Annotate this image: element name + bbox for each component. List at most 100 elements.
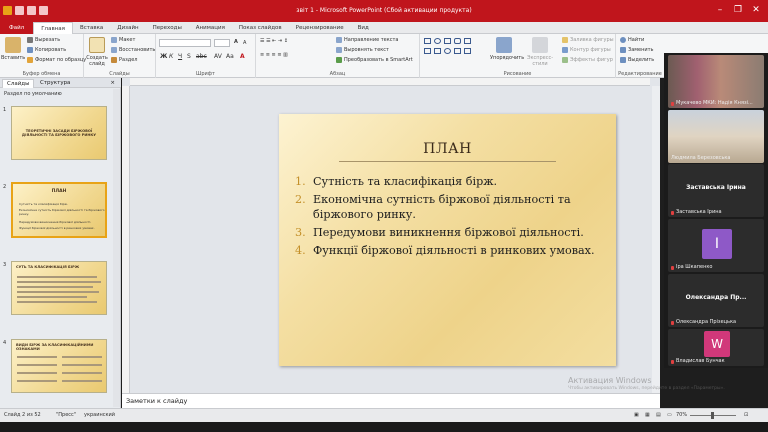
notes-pane[interactable]: Заметки к слайду	[122, 393, 660, 408]
section-label[interactable]: Раздел по умолчанию	[4, 91, 62, 97]
shadow-icon[interactable]: S	[187, 53, 191, 60]
participant-tile[interactable]: І Іра Шкапенко	[668, 219, 764, 272]
slide-bullet-list[interactable]: 1. Сутність та класифікація бірж. 2. Еконо…	[295, 174, 600, 261]
thumbnail-line: Передумови виникнення біржової діяльност…	[19, 220, 92, 224]
reset-button[interactable]: Восстановить	[111, 47, 155, 53]
cut-button[interactable]: Вырезать	[27, 37, 60, 43]
close-pane-icon[interactable]: ×	[106, 79, 119, 88]
tab-animation[interactable]: Анимация	[189, 22, 232, 34]
case-icon[interactable]: Aa	[226, 53, 234, 60]
replace-button[interactable]: Заменить	[620, 47, 654, 53]
shape-callout-icon[interactable]	[464, 48, 471, 54]
shape-circle-icon[interactable]	[444, 48, 451, 54]
tab-slides[interactable]: Слайды	[2, 79, 35, 88]
select-button[interactable]: Выделить	[620, 57, 654, 63]
format-painter-button[interactable]: Формат по образцу	[27, 57, 86, 63]
shape-triangle-icon[interactable]	[424, 48, 431, 54]
shape-rect-icon[interactable]	[424, 38, 431, 44]
shape-brace-icon[interactable]	[454, 48, 461, 54]
align-icon[interactable]: ≡ ≡ ≡ ≡ ▥	[260, 52, 288, 58]
arrange-button[interactable]: Упорядочить	[490, 37, 524, 61]
title-bar: звіт 1 - Microsoft PowerPoint (Сбой акти…	[0, 0, 768, 22]
font-name-combo[interactable]	[159, 39, 211, 47]
tab-file[interactable]: Файл	[0, 21, 34, 34]
slides-pane-scrollbar[interactable]	[113, 89, 120, 407]
spacing-icon[interactable]: AV	[214, 53, 222, 60]
tab-insert[interactable]: Вставка	[73, 22, 110, 34]
zoom-level[interactable]: 70%	[676, 412, 687, 418]
italic-icon[interactable]: К	[169, 53, 173, 60]
shape-effects-button[interactable]: Эффекты фигур	[562, 57, 613, 63]
minimize-button[interactable]: –	[714, 4, 726, 16]
tab-view[interactable]: Вид	[351, 22, 376, 34]
arrange-icon	[496, 37, 512, 53]
tab-transitions[interactable]: Переходы	[146, 22, 189, 34]
shape-oval-icon[interactable]	[434, 38, 441, 44]
tab-review[interactable]: Рецензирование	[289, 22, 351, 34]
slide-title[interactable]: ПЛАН	[279, 141, 616, 157]
language-indicator[interactable]: украинский	[84, 412, 115, 418]
shape-rounded-icon[interactable]	[454, 38, 461, 44]
slide-editor: ПЛАН 1. Сутність та класифікація бірж. 2.…	[122, 78, 660, 393]
tab-outline[interactable]: Структура	[36, 79, 74, 88]
thumbnail-number: 1	[3, 107, 7, 113]
reading-view-icon[interactable]: ▤	[656, 412, 661, 418]
slides-group: Создать слайд Макет Восстановить Раздел …	[84, 34, 156, 78]
paste-button[interactable]: Вставить	[1, 37, 25, 61]
font-size-combo[interactable]	[214, 39, 230, 47]
shape-line-icon[interactable]	[444, 38, 451, 44]
fit-slide-icon[interactable]: ⊡	[744, 412, 748, 418]
editor-scrollbar[interactable]	[652, 86, 660, 393]
participant-name: Заставська Ірина	[676, 209, 722, 215]
bold-icon[interactable]: Ж	[160, 53, 167, 60]
slide-thumbnail-3[interactable]: СУТЬ ТА КЛАСИФІКАЦІЯ БІРЖ	[11, 261, 107, 315]
participant-tile[interactable]: Людмила Березовська	[668, 110, 764, 163]
section-button[interactable]: Раздел	[111, 57, 137, 63]
underline-icon[interactable]: Ч	[178, 53, 182, 60]
grow-font-icon[interactable]: A	[234, 39, 238, 45]
font-color-icon[interactable]: A	[240, 53, 245, 60]
copy-button[interactable]: Копировать	[27, 47, 66, 53]
new-slide-button[interactable]: Создать слайд	[85, 37, 109, 67]
zoom-slider-thumb[interactable]	[711, 412, 714, 419]
slide-thumbnail-4[interactable]: ВИДИ БІРЖ ЗА КЛАСИФІКАЦІЙНИМИ ОЗНАКАМИ	[11, 339, 107, 393]
smartart-button[interactable]: Преобразовать в SmartArt	[336, 57, 413, 63]
participant-tile[interactable]: Олександра Пр... Олександра Прізецька	[668, 274, 764, 327]
find-button[interactable]: Найти	[620, 37, 644, 43]
participant-tile[interactable]: Заставська Ірина Заставська Ірина	[668, 164, 764, 217]
shape-fill-button[interactable]: Заливка фигуры	[562, 37, 614, 43]
current-slide[interactable]: ПЛАН 1. Сутність та класифікація бірж. 2.…	[279, 114, 616, 366]
slide-sorter-icon[interactable]: ▦	[645, 412, 650, 418]
slide-thumbnail-2[interactable]: ПЛАН Сутність та класифікація бірж. Екон…	[11, 182, 107, 238]
shape-star-icon[interactable]	[434, 48, 441, 54]
shrink-font-icon[interactable]: A	[243, 40, 246, 46]
align-text-button[interactable]: Выровнять текст	[336, 47, 389, 53]
strikethrough-icon[interactable]: abc	[196, 53, 207, 60]
muted-mic-icon	[671, 321, 674, 325]
layout-button[interactable]: Макет	[111, 37, 135, 43]
bullets-icon[interactable]: ☰ ☰ ⇤ ⇥ ↕	[260, 38, 288, 44]
thumbnail-title: ТЕОРЕТИЧНІ ЗАСАДИ БІРЖОВОЇ ДІЯЛЬНОСТІ ТА…	[21, 129, 97, 137]
normal-view-icon[interactable]: ▣	[634, 412, 639, 418]
shape-arrow-icon[interactable]	[464, 38, 471, 44]
tab-design[interactable]: Дизайн	[110, 22, 145, 34]
text-direction-button[interactable]: Направление текста	[336, 37, 398, 43]
quick-styles-button[interactable]: Экспресс-стили	[524, 37, 556, 67]
restore-button[interactable]: ❐	[732, 4, 744, 16]
tab-slideshow[interactable]: Показ слайдов	[232, 22, 289, 34]
participant-tile[interactable]: Мукачево МКИ: Надія Князі...	[668, 55, 764, 108]
slides-pane: Слайды Структура × Раздел по умолчанию 1…	[0, 78, 121, 408]
replace-icon	[620, 47, 626, 53]
paragraph-group: ☰ ☰ ⇤ ⇥ ↕ ≡ ≡ ≡ ≡ ▥ Направление текста В…	[256, 34, 420, 78]
slideshow-view-icon[interactable]: ▭	[667, 412, 672, 418]
participant-name: Мукачево МКИ: Надія Князі...	[676, 100, 753, 106]
watermark-line: Активация Windows	[568, 376, 652, 385]
item-number: 4.	[295, 244, 306, 257]
shape-outline-button[interactable]: Контур фигуры	[562, 47, 611, 53]
tab-home[interactable]: Главная	[33, 21, 73, 34]
participant-tile[interactable]: W Владислав Бунчак	[668, 329, 764, 366]
close-button[interactable]: ✕	[750, 4, 762, 16]
slide-thumbnail-1[interactable]: ТЕОРЕТИЧНІ ЗАСАДИ БІРЖОВОЇ ДІЯЛЬНОСТІ ТА…	[11, 106, 107, 160]
thumbnail-text-line	[17, 276, 97, 278]
reset-icon	[111, 47, 117, 53]
